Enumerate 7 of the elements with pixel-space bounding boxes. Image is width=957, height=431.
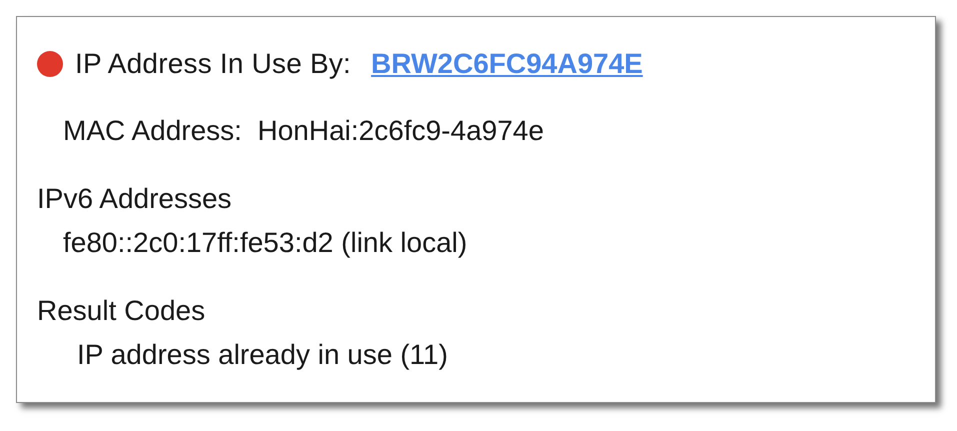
- section-item: fe80::2c0:17ff:fe53:d2 (link local): [63, 227, 468, 259]
- section-heading: Result Codes: [37, 295, 206, 327]
- mac-address-text: MAC Address: HonHai:2c6fc9-4a974e: [63, 115, 545, 147]
- section-item: IP address already in use (11): [77, 339, 449, 371]
- section-heading: IPv6 Addresses: [37, 183, 233, 215]
- device-link[interactable]: BRW2C6FC94A974E: [371, 48, 643, 80]
- title: IP Address In Use By:: [75, 48, 352, 80]
